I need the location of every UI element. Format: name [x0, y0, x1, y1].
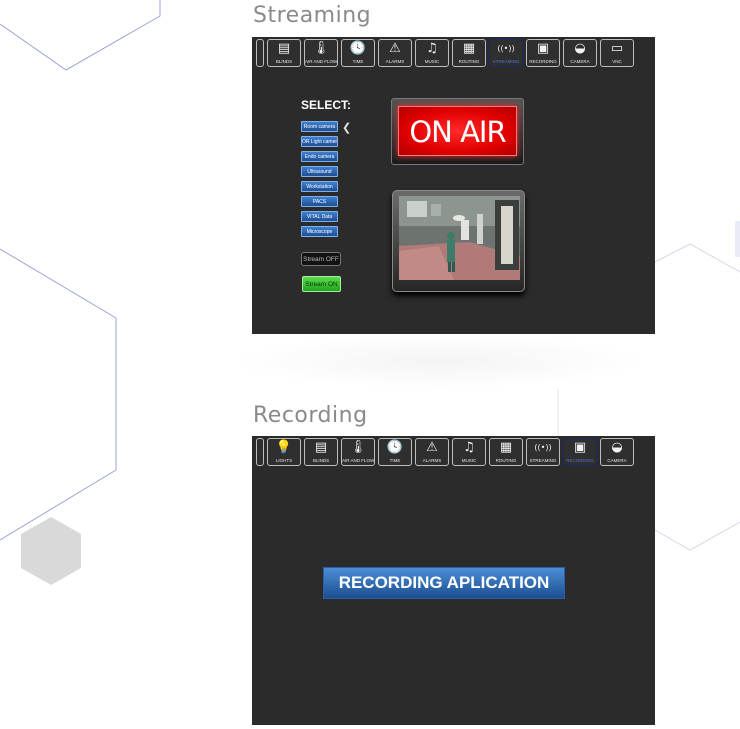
toolbar-button-label: TIME [389, 458, 401, 463]
toolbar-scroll-edge[interactable] [256, 39, 264, 67]
toolbar-button-time[interactable]: 🕓 TIME [378, 438, 412, 466]
toolbar-button-camera[interactable]: ◒ CAMERA [563, 39, 597, 67]
source-button-room-camera[interactable]: Room camera [301, 121, 338, 132]
broadcast-icon: ((•)) [534, 443, 552, 452]
routing-icon: ▦ [462, 41, 476, 56]
source-button-endo-camera[interactable]: Endo camera [301, 151, 338, 162]
recording-icon: ▣ [536, 41, 550, 56]
select-heading: SELECT: [301, 98, 352, 112]
toolbar-button-label: STREAMING [529, 458, 557, 463]
toolbar-button-label: STREAMING [492, 59, 520, 64]
source-button-microscope[interactable]: Microscope [301, 226, 338, 237]
stream-off-button[interactable]: Stream OFF [301, 252, 341, 266]
toolbar-button-recording[interactable]: ▣ RECORDING [563, 438, 597, 466]
broadcast-icon: ((•)) [497, 44, 515, 53]
toolbar-button-label: RECORDING [529, 59, 557, 64]
selected-source-arrow-icon: ❮ [342, 122, 352, 134]
source-button-ultrasound[interactable]: Ultrasound [301, 166, 338, 177]
streaming-toolbar: ▤ BLINDS 🌡 AIR AND FLOW 🕓 TIME ⚠ ALARMS ♫ MUSIC ▦ R… [252, 37, 655, 72]
dome-camera-icon: ◒ [611, 440, 623, 455]
thermometer-icon: 🌡 [349, 440, 367, 455]
alarm-warning-icon: ⚠ [389, 41, 401, 56]
recording-toolbar: 💡 LIGHTS ▤ BLINDS 🌡 AIR AND FLOW 🕓 TIME ⚠ ALARMS ♫… [252, 436, 655, 471]
stream-on-button[interactable]: Stream ON [302, 276, 341, 292]
toolbar-button-alarms[interactable]: ⚠ ALARMS [415, 438, 449, 466]
toolbar-button-blinds[interactable]: ▤ BLINDS [304, 438, 338, 466]
toolbar-button-vnc[interactable]: ▭ VNC [600, 39, 634, 67]
toolbar-button-streaming[interactable]: ((•)) STREAMING [526, 438, 560, 466]
toolbar-button-routing[interactable]: ▦ ROUTING [489, 438, 523, 466]
routing-icon: ▦ [499, 440, 513, 455]
toolbar-button-label: MUSIC [424, 59, 440, 64]
video-preview-monitor [392, 190, 525, 292]
panel-shadow [232, 334, 647, 389]
recording-icon: ▣ [573, 440, 587, 455]
source-button-or-light-camera[interactable]: OR Light camera [301, 136, 338, 147]
toolbar-button-label: AIR AND FLOW [305, 59, 337, 64]
clock-icon: 🕓 [386, 440, 404, 455]
toolbar-scroll-edge[interactable] [256, 438, 264, 466]
recording-panel: 💡 LIGHTS ▤ BLINDS 🌡 AIR AND FLOW 🕓 TIME ⚠ ALARMS ♫… [252, 436, 655, 725]
toolbar-button-air-and-flow[interactable]: 🌡 AIR AND FLOW [341, 438, 375, 466]
toolbar-button-time[interactable]: 🕓 TIME [341, 39, 375, 67]
camera-feed-preview [399, 196, 520, 280]
toolbar-button-label: TIME [352, 59, 364, 64]
toolbar-button-blinds[interactable]: ▤ BLINDS [267, 39, 301, 67]
recording-section-title: Recording [253, 403, 368, 428]
streaming-section-title: Streaming [253, 3, 372, 28]
toolbar-button-alarms[interactable]: ⚠ ALARMS [378, 39, 412, 67]
toolbar-button-label: LIGHTS [275, 458, 293, 463]
music-note-icon: ♫ [426, 41, 438, 56]
recording-application-title: RECORDING APLICATION [323, 567, 565, 599]
toolbar-button-label: ALARMS [422, 458, 442, 463]
toolbar-button-label: ROUTING [495, 458, 517, 463]
toolbar-button-streaming[interactable]: ((•)) STREAMING [489, 39, 523, 67]
toolbar-button-music[interactable]: ♫ MUSIC [452, 438, 486, 466]
toolbar-button-recording[interactable]: ▣ RECORDING [526, 39, 560, 67]
on-air-label: ON AIR [398, 106, 517, 156]
monitor-icon: ▭ [610, 41, 624, 56]
toolbar-button-camera[interactable]: ◒ CAMERA [600, 438, 634, 466]
toolbar-button-label: ALARMS [385, 59, 405, 64]
alarm-warning-icon: ⚠ [426, 440, 438, 455]
toolbar-button-air-and-flow[interactable]: 🌡 AIR AND FLOW [304, 39, 338, 67]
clock-icon: 🕓 [349, 41, 367, 56]
streaming-panel: ▤ BLINDS 🌡 AIR AND FLOW 🕓 TIME ⚠ ALARMS ♫ MUSIC ▦ R… [252, 37, 655, 334]
toolbar-button-label: BLINDS [312, 458, 330, 463]
toolbar-button-label: CAMERA [570, 59, 590, 64]
toolbar-button-label: BLINDS [275, 59, 293, 64]
source-button-workstation[interactable]: Workstation [301, 181, 338, 192]
lightbulb-icon: 💡 [275, 440, 293, 455]
blinds-icon: ▤ [277, 41, 291, 56]
toolbar-button-label: AIR AND FLOW [342, 458, 374, 463]
thermometer-icon: 🌡 [312, 41, 330, 56]
toolbar-button-label: ROUTING [458, 59, 480, 64]
toolbar-button-music[interactable]: ♫ MUSIC [415, 39, 449, 67]
toolbar-button-routing[interactable]: ▦ ROUTING [452, 39, 486, 67]
source-button-pacs[interactable]: PACS [301, 196, 338, 207]
source-button-vital-data[interactable]: VITAL Data [301, 211, 338, 222]
toolbar-button-label: RECORDING [566, 458, 594, 463]
on-air-sign: ON AIR [391, 98, 524, 165]
toolbar-button-label: CAMERA [607, 458, 627, 463]
dome-camera-icon: ◒ [574, 41, 586, 56]
blinds-icon: ▤ [314, 440, 328, 455]
toolbar-button-lights[interactable]: 💡 LIGHTS [267, 438, 301, 466]
toolbar-button-label: MUSIC [461, 458, 477, 463]
toolbar-button-label: VNC [612, 59, 622, 64]
music-note-icon: ♫ [463, 440, 475, 455]
